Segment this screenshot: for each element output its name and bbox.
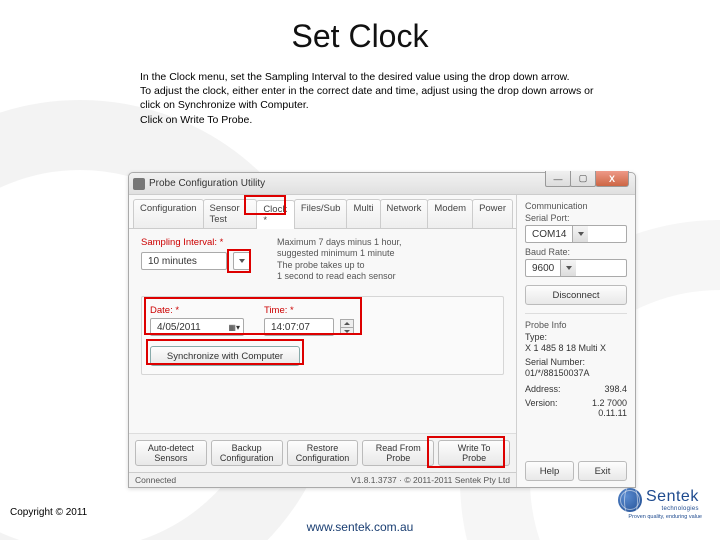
tab-configuration[interactable]: Configuration xyxy=(133,199,204,228)
website-url: www.sentek.com.au xyxy=(0,520,720,534)
highlight-sampling-arrow xyxy=(227,249,251,273)
highlight-date-time-row xyxy=(144,297,362,335)
label-version: Version: xyxy=(525,398,558,418)
value-type: X 1 485 8 18 Multi X xyxy=(525,343,606,353)
label-communication: Communication xyxy=(525,201,627,211)
tab-files-sub[interactable]: Files/Sub xyxy=(294,199,348,228)
label-baud-rate: Baud Rate: xyxy=(525,247,627,257)
minimize-button[interactable]: — xyxy=(545,171,571,187)
highlight-clock-tab xyxy=(244,195,286,215)
exit-button[interactable]: Exit xyxy=(578,461,627,481)
window-titlebar: Probe Configuration Utility — ▢ X xyxy=(129,173,635,195)
tab-multi[interactable]: Multi xyxy=(346,199,380,228)
disconnect-button[interactable]: Disconnect xyxy=(525,285,627,305)
serial-port-dropdown[interactable]: COM14 xyxy=(525,225,627,243)
restore-button[interactable]: RestoreConfiguration xyxy=(287,440,359,466)
read-from-probe-button[interactable]: Read FromProbe xyxy=(362,440,434,466)
highlight-sync-button xyxy=(146,339,304,365)
tab-power[interactable]: Power xyxy=(472,199,513,228)
value-address: 398.4 xyxy=(604,384,627,394)
app-icon xyxy=(133,178,145,190)
status-text: Connected xyxy=(135,475,176,485)
copyright-text: Copyright © 2011 xyxy=(10,507,87,518)
status-bar: Connected V1.8.1.3737 · © 2011-2011 Sent… xyxy=(129,472,516,487)
globe-icon xyxy=(618,488,642,512)
value-version: 1.2 70000.11.11 xyxy=(592,398,627,418)
sampling-hint: Maximum 7 days minus 1 hour, suggested m… xyxy=(277,237,402,282)
label-serial-port: Serial Port: xyxy=(525,213,627,223)
chevron-down-icon xyxy=(566,266,572,270)
label-sampling-interval: Sampling Interval: * xyxy=(141,237,271,248)
baud-rate-dropdown[interactable]: 9600 xyxy=(525,259,627,277)
label-type: Type: xyxy=(525,332,547,342)
label-probe-info: Probe Info xyxy=(525,320,627,330)
value-serial-number: 01/*/88150037A xyxy=(525,368,590,378)
backup-button[interactable]: BackupConfiguration xyxy=(211,440,283,466)
tab-modem[interactable]: Modem xyxy=(427,199,473,228)
slide-title: Set Clock xyxy=(0,18,720,55)
tab-network[interactable]: Network xyxy=(380,199,429,228)
sentek-logo: Sentek technologies Proven quality, endu… xyxy=(618,488,702,520)
help-button[interactable]: Help xyxy=(525,461,574,481)
window-title: Probe Configuration Utility xyxy=(149,178,265,189)
chevron-down-icon xyxy=(578,232,584,236)
side-panel: Communication Serial Port: COM14 Baud Ra… xyxy=(517,195,635,487)
label-serial-number: Serial Number: xyxy=(525,357,585,367)
close-button[interactable]: X xyxy=(595,171,629,187)
highlight-write-to-probe xyxy=(427,436,505,468)
tab-bar: Configuration Sensor Test Clock * Files/… xyxy=(129,195,516,229)
probe-config-window: Probe Configuration Utility — ▢ X Config… xyxy=(128,172,636,488)
slide-description: In the Clock menu, set the Sampling Inte… xyxy=(140,70,600,127)
bottom-button-bar: Auto-detectSensors BackupConfiguration R… xyxy=(129,433,516,472)
maximize-button[interactable]: ▢ xyxy=(570,171,596,187)
sampling-interval-dropdown[interactable]: 10 minutes xyxy=(141,252,227,270)
label-address: Address: xyxy=(525,384,561,394)
status-version: V1.8.1.3737 · © 2011-2011 Sentek Pty Ltd xyxy=(351,475,510,485)
autodetect-button[interactable]: Auto-detectSensors xyxy=(135,440,207,466)
